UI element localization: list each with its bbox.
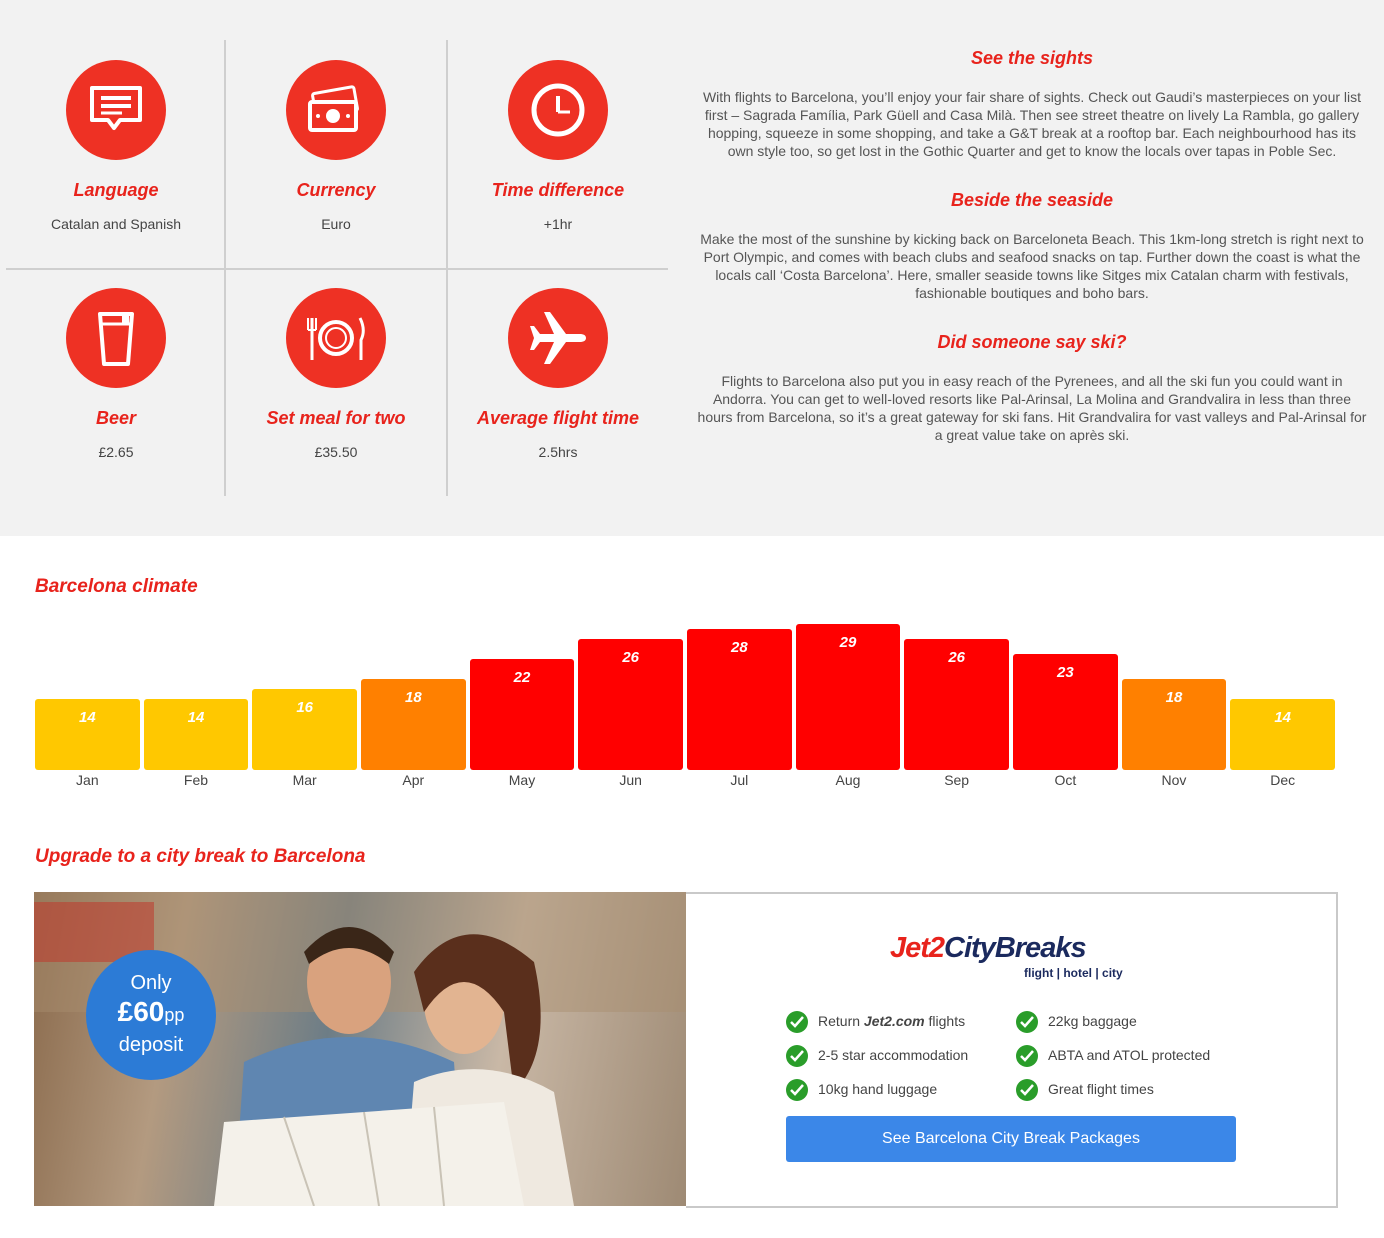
info-text: Flights to Barcelona also put you in eas… — [697, 373, 1367, 443]
climate-month-label: Aug — [835, 772, 861, 788]
fact-value: £35.50 — [314, 444, 358, 460]
climate-month-label: Jul — [730, 772, 749, 788]
logo-citybreaks: CityBreaks — [944, 932, 1087, 964]
check-icon — [1016, 1011, 1038, 1033]
fact-title: Set meal for two — [266, 408, 406, 428]
climate-bar-value: 14 — [187, 709, 205, 726]
fact-beer: Beer £2.65 — [6, 268, 226, 496]
logo-wordmark: Jet2CityBreaks — [890, 932, 1087, 965]
fact-value: +1hr — [543, 216, 573, 232]
glass-icon — [66, 288, 166, 388]
feature-text-pre: Return — [818, 1013, 864, 1029]
climate-bar-value: 14 — [78, 709, 96, 726]
logo-jet: Jet2 — [890, 932, 945, 964]
feature-text: 2-5 star accommodation — [818, 1047, 969, 1063]
info-block-ski: Did someone say ski? Flights to Barcelon… — [696, 332, 1368, 444]
speech-bubble-icon — [66, 60, 166, 160]
climate-chart: 14 Jan 14 Feb 16 Mar 18 Apr 22 May 26 Jun 28 Jul 29 Aug… — [34, 620, 1338, 792]
fact-title: Average flight time — [476, 408, 640, 428]
fact-value: £2.65 — [98, 444, 134, 460]
climate-month-label: Apr — [402, 772, 425, 788]
info-block-sights: See the sights With flights to Barcelona… — [696, 48, 1368, 160]
info-heading: See the sights — [970, 48, 1094, 68]
deposit-amount-line: £60pp — [86, 996, 216, 1028]
info-text: With flights to Barcelona, you’ll enjoy … — [702, 89, 1362, 159]
climate-title: Barcelona climate — [35, 576, 198, 597]
fact-title: Time difference — [491, 180, 625, 200]
climate-month-label: Oct — [1054, 772, 1077, 788]
climate-bar-value: 18 — [1165, 689, 1183, 706]
climate-month-label: Feb — [183, 772, 209, 788]
feature-text: ABTA and ATOL protected — [1048, 1047, 1211, 1063]
climate-bar-value: 28 — [730, 639, 748, 656]
deposit-unit: pp — [164, 1005, 185, 1025]
fact-title: Language — [73, 180, 159, 200]
feature-text: 10kg hand luggage — [818, 1081, 938, 1097]
fact-title: Beer — [95, 408, 137, 428]
check-icon — [786, 1011, 808, 1033]
key-facts-section: Language Catalan and Spanish Currency Eu… — [0, 0, 1384, 536]
feature-text: Return Jet2.com flights — [818, 1013, 965, 1029]
climate-bar-value: 18 — [404, 689, 422, 706]
info-heading: Beside the seaside — [950, 190, 1114, 210]
destination-info: See the sights With flights to Barcelona… — [696, 48, 1368, 474]
climate-bar-value: 26 — [622, 649, 639, 666]
climate-month-label: Dec — [1270, 772, 1296, 788]
climate-bar-value: 23 — [1056, 664, 1074, 681]
info-block-seaside: Beside the seaside Make the most of the … — [696, 190, 1368, 302]
check-icon — [786, 1079, 808, 1101]
key-facts-grid: Language Catalan and Spanish Currency Eu… — [6, 40, 668, 496]
climate-month-label: Nov — [1161, 772, 1187, 788]
fact-title: Currency — [296, 180, 376, 200]
plate-cutlery-icon — [286, 288, 386, 388]
deposit-line3: deposit — [118, 1034, 184, 1056]
fact-set-meal: Set meal for two £35.50 — [226, 268, 446, 496]
airplane-icon — [508, 288, 608, 388]
jet2citybreaks-logo: Jet2CityBreaks flight | hotel | city — [890, 932, 1150, 982]
jet2-brand: Jet2.com — [863, 1013, 925, 1029]
check-icon — [786, 1045, 808, 1067]
check-icon — [1016, 1079, 1038, 1101]
feature-text-post: flights — [924, 1013, 966, 1029]
feature-text: Great flight times — [1048, 1081, 1154, 1097]
deposit-amount: £60 — [117, 996, 165, 1027]
upgrade-title: Upgrade to a city break to Barcelona — [35, 846, 366, 867]
climate-month-label: Jan — [76, 772, 99, 788]
climate-month-label: Jun — [619, 772, 642, 788]
feature-text: 22kg baggage — [1048, 1013, 1137, 1029]
climate-month-label: Mar — [292, 772, 317, 788]
info-text: Make the most of the sunshine by kicking… — [700, 231, 1364, 301]
fact-value: Catalan and Spanish — [51, 216, 181, 232]
logo-tagline: flight | hotel | city — [1024, 966, 1123, 980]
fact-time-difference: Time difference +1hr — [448, 40, 668, 268]
climate-bar-value: 14 — [1274, 709, 1291, 726]
see-city-break-packages-button[interactable]: See Barcelona City Break Packages — [786, 1116, 1236, 1162]
climate-bar-value: 29 — [839, 634, 857, 651]
check-icon — [1016, 1045, 1038, 1067]
clock-icon — [508, 60, 608, 160]
climate-month-label: May — [508, 772, 536, 788]
fact-value: Euro — [321, 216, 351, 232]
fact-flight-time: Average flight time 2.5hrs — [448, 268, 668, 496]
climate-bar-value: 26 — [948, 649, 965, 666]
climate-bar-value: 22 — [513, 669, 531, 686]
climate-bar-value: 16 — [296, 699, 313, 716]
fact-currency: Currency Euro — [226, 40, 446, 268]
fact-value: 2.5hrs — [538, 444, 578, 460]
banknotes-icon — [286, 60, 386, 160]
info-heading: Did someone say ski? — [937, 332, 1127, 352]
deposit-line1: Only — [130, 972, 172, 994]
fact-language: Language Catalan and Spanish — [6, 40, 226, 268]
deposit-badge: Only £60pp deposit — [86, 950, 216, 1080]
climate-month-label: Sep — [944, 772, 970, 788]
